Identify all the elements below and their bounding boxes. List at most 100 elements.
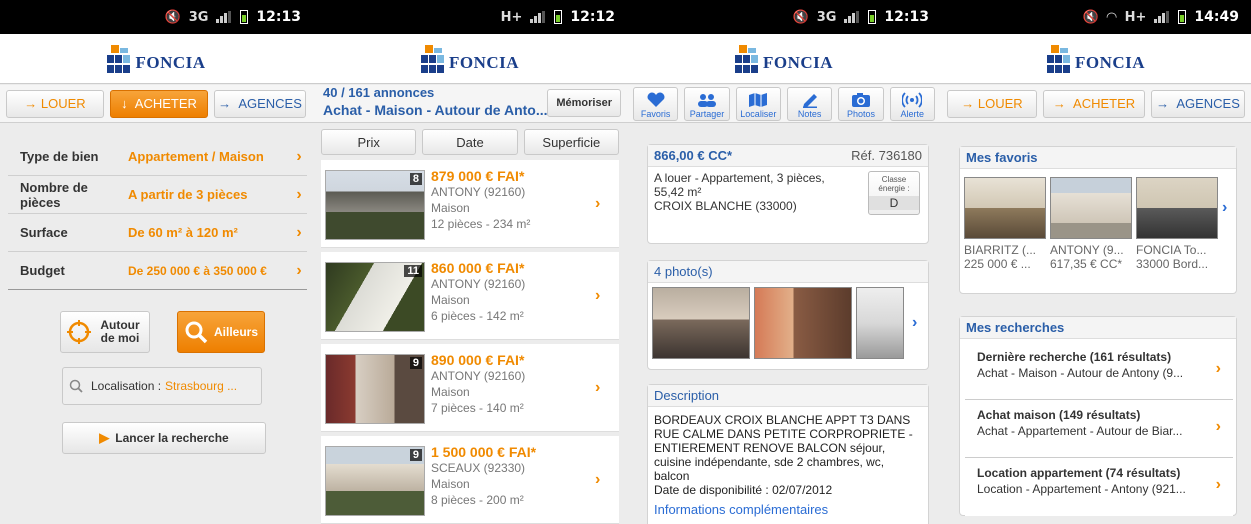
photos-card: 4 photo(s) › (647, 260, 929, 370)
search-icon (185, 321, 208, 344)
listing-photo: 9 (325, 446, 425, 516)
chevron-right-icon: › (595, 194, 601, 212)
summary-line: A louer - Appartement, 3 pièces, (654, 171, 825, 185)
autour-de-moi-button[interactable]: Autour de moi (60, 311, 150, 353)
listing-item[interactable]: 11 860 000 € FAI* ANTONY (92160) Maison … (321, 252, 619, 340)
nav-acheter-button[interactable]: → ACHETER (1043, 89, 1145, 118)
localiser-button[interactable]: Localiser (735, 86, 781, 121)
localisation-field[interactable]: Localisation : Strasbourg ... (62, 367, 262, 405)
panel-search-criteria: 🔇 3G 12:13 FONCIA → LOUER ↓ ACHETER → AG… (0, 0, 313, 524)
criteria-value: De 60 m² à 120 m² (128, 225, 238, 240)
description-body: BORDEAUX CROIX BLANCHE APPT T3 DANS RUE … (648, 407, 928, 517)
saved-search-sub: Achat - Maison - Autour de Antony (9... (977, 366, 1184, 380)
mute-icon: 🔇 (1082, 9, 1099, 25)
description-title: Description (648, 385, 928, 407)
favori-photo[interactable] (964, 177, 1046, 239)
favoris-button[interactable]: Favoris (633, 86, 679, 121)
lancer-label: Lancer la recherche (115, 431, 229, 445)
photo-thumb[interactable] (652, 287, 750, 359)
favori-caption[interactable]: FONCIA To... 33000 Bord... (1136, 243, 1218, 271)
listing-city: ANTONY (92160) (431, 185, 526, 199)
nav-agences-button[interactable]: → AGENCES (214, 89, 306, 118)
photo-thumb[interactable] (754, 287, 852, 359)
favoris-captions: BIARRITZ (... 225 000 € ... ANTONY (9... 6… (960, 239, 1236, 271)
listing-ref: Réf. 736180 (851, 148, 922, 163)
app-header: FONCIA (313, 34, 627, 84)
favori-caption[interactable]: ANTONY (9... 617,35 € CC* (1050, 243, 1132, 271)
classe-value: D (869, 196, 919, 210)
alerte-button[interactable]: Alerte (889, 86, 935, 121)
sort-tabs: Prix Date Superficie (321, 129, 619, 155)
description-text: BORDEAUX CROIX BLANCHE APPT T3 DANS RUE … (654, 413, 913, 483)
battery-icon (554, 10, 563, 24)
tab-prix[interactable]: Prix (321, 129, 417, 155)
favori-photo[interactable] (1136, 177, 1218, 239)
foncia-logo-mark (1046, 44, 1073, 73)
criteria-row-surface[interactable]: Surface De 60 m² à 120 m² › (8, 214, 307, 252)
listing-item[interactable]: 8 879 000 € FAI* ANTONY (92160) Maison 1… (321, 160, 619, 248)
chevron-right-icon[interactable]: › (1222, 199, 1227, 217)
listing-item[interactable]: 9 1 500 000 € FAI* SCEAUX (92330) Maison… (321, 436, 619, 524)
listing-city: ANTONY (92160) (431, 277, 526, 291)
criteria-row-rooms[interactable]: Nombre de pièces A partir de 3 pièces › (8, 176, 307, 214)
listing-type: Maison (431, 385, 470, 399)
notes-button[interactable]: Notes (786, 86, 833, 121)
foncia-logo: FONCIA (420, 44, 519, 73)
saved-search-row[interactable]: Dernière recherche (161 résultats) Achat… (965, 342, 1233, 400)
crosshair-icon (67, 320, 91, 344)
nav-louer-button[interactable]: → LOUER (947, 89, 1037, 118)
criteria-label: Nombre de pièces (20, 179, 88, 210)
listing-type: Maison (431, 293, 470, 307)
signal-icon (1154, 11, 1170, 23)
chevron-right-icon: › (595, 470, 601, 488)
listing-price: 1 500 000 € FAI* (431, 444, 537, 460)
nav-louer-button[interactable]: → LOUER (6, 89, 104, 118)
saved-search-sub: Location - Appartement - Antony (921... (977, 482, 1186, 496)
photo-count: 9 (409, 357, 422, 369)
photo-count: 9 (409, 449, 422, 461)
chevron-right-icon: › (296, 261, 302, 279)
network-3g-icon: 3G (188, 9, 209, 25)
ailleurs-button[interactable]: Ailleurs (177, 311, 265, 353)
photos-button[interactable]: Photos (838, 86, 884, 121)
listing-details: 6 pièces - 142 m² (431, 309, 524, 323)
foncia-logo: FONCIA (107, 44, 205, 73)
partager-button[interactable]: Partager (684, 86, 730, 121)
disponibilite-text: Date de disponibilité : 02/07/2012 (654, 483, 833, 497)
localisation-label: Localisation : (91, 379, 162, 393)
chevron-right-icon: › (1215, 418, 1221, 435)
nav-agences-button[interactable]: → AGENCES (1151, 89, 1245, 118)
network-3g-icon: 3G (816, 9, 837, 25)
ailleurs-label: Ailleurs (213, 325, 258, 339)
app-header: FONCIA (941, 34, 1251, 84)
listing-item[interactable]: 9 890 000 € FAI* ANTONY (92160) Maison 7… (321, 344, 619, 432)
photo-thumb[interactable] (856, 287, 904, 359)
pencil-icon (800, 92, 820, 108)
signal-icon (530, 11, 546, 23)
criteria-row-type[interactable]: Type de bien Appartement / Maison › (8, 138, 307, 176)
lancer-recherche-button[interactable]: ▶ Lancer la recherche (62, 422, 266, 454)
photo-count: 8 (409, 173, 422, 185)
favoris-card: Mes favoris › BIARRITZ (... 225 000 € ...… (959, 146, 1237, 294)
tab-superficie[interactable]: Superficie (523, 129, 619, 155)
status-bar: 🔇 3G 12:13 (627, 0, 941, 34)
favori-caption[interactable]: BIARRITZ (... 225 000 € ... (964, 243, 1046, 271)
criteria-value: De 250 000 € à 350 000 € (128, 263, 267, 278)
favori-photo[interactable] (1050, 177, 1132, 239)
app-header: FONCIA (627, 34, 941, 84)
informations-link[interactable]: Informations complémentaires (654, 503, 922, 517)
chevron-right-icon[interactable]: › (912, 314, 917, 332)
foncia-logo: FONCIA (1046, 44, 1145, 73)
criteria-label: Surface (20, 225, 68, 240)
saved-search-row[interactable]: Location appartement (74 résultats) Loca… (965, 458, 1233, 516)
photo-strip[interactable]: › (648, 283, 928, 363)
nav-acheter-button[interactable]: ↓ ACHETER (110, 89, 208, 118)
listing-type: Maison (431, 477, 470, 491)
memoriser-button[interactable]: Mémoriser (547, 89, 621, 117)
chevron-right-icon: › (595, 378, 601, 396)
saved-search-row[interactable]: Achat maison (149 résultats) Achat - App… (965, 400, 1233, 458)
tab-date[interactable]: Date (422, 129, 518, 155)
heart-icon (646, 92, 666, 108)
criteria-row-budget[interactable]: Budget De 250 000 € à 350 000 € › (8, 252, 307, 290)
classe-energie-button[interactable]: Classe énergie : D (868, 171, 920, 215)
